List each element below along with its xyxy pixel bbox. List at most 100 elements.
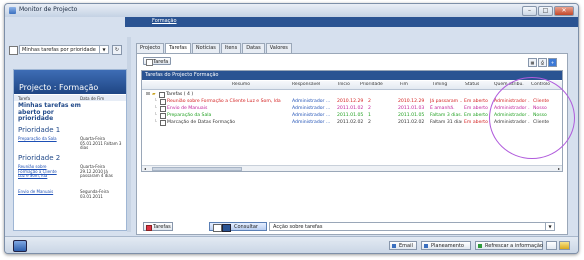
cell-timing: É amanhã. — [430, 106, 455, 111]
table-row[interactable]: └ Reunião sobre Formação a Cliente Luz e… — [142, 98, 562, 105]
consultar-label: Consultar — [234, 224, 258, 230]
sidebar-task-meta: Segunda-Feira 03.01.2011 — [80, 189, 109, 199]
view-toggle-icon — [213, 224, 222, 232]
tree-branch-icon: └ — [154, 113, 157, 118]
cell-responsavel: Administrador ... — [292, 120, 331, 125]
row-checkbox[interactable] — [160, 120, 166, 126]
cell-resumo: Marcação de Datas Formação — [167, 120, 236, 125]
col-resumo[interactable]: Resumo — [232, 82, 250, 87]
col-inicio[interactable]: Início — [338, 82, 350, 87]
cell-fim: 2011.01.05 — [398, 113, 425, 118]
cell-quem: Administrador ... — [494, 113, 530, 118]
tab-projecto[interactable]: Projecto — [136, 43, 165, 53]
chevron-down-icon[interactable]: ▼ — [99, 46, 108, 53]
scroll-right-icon[interactable]: ▸ — [558, 166, 560, 171]
sidebar-task-meta: Quarta-Feira 05.01.2011 Faltam 3 dias — [80, 136, 122, 151]
tab-datas[interactable]: Datas — [242, 43, 265, 53]
group-row[interactable]: ⊟ ▰ Tarefas ( 4 ) — [142, 91, 562, 98]
project-header: Projecto : Formação — [14, 70, 126, 94]
cell-timing: Já passaram ... — [430, 99, 462, 104]
view-selector-value: Minhas tarefas por prioridade — [22, 47, 96, 53]
email-icon — [392, 244, 396, 248]
sidebar-task-link[interactable]: Envio de Manuais — [18, 189, 64, 195]
tree-branch-icon: └ — [154, 120, 157, 125]
grid-icon[interactable]: ▦ — [528, 58, 537, 67]
tree-branch-icon: └ — [154, 106, 157, 111]
sidebar-column-header: Tarefa Data de Fim — [14, 95, 126, 101]
scroll-left-icon[interactable]: ◂ — [144, 166, 146, 171]
refresh-label: Refrescar a informação — [485, 243, 543, 249]
refresh-icon — [478, 244, 482, 248]
refresh-button[interactable]: Refrescar a informação — [475, 241, 543, 250]
cell-responsavel: Administrador ... — [292, 113, 331, 118]
project-title: Projecto : Formação — [19, 83, 99, 92]
col-date: Data de Fim — [80, 96, 105, 101]
cell-prioridade: 2 — [368, 99, 371, 104]
planeamento-label: Planeamento — [431, 243, 464, 249]
sidebar-task-link[interactable]: Preparação da Sala — [18, 136, 64, 142]
tab-itens[interactable]: Itens — [220, 43, 242, 53]
cell-quem: Administrador ... — [494, 99, 530, 104]
print-icon[interactable]: ⎙ — [538, 58, 547, 67]
col-fim[interactable]: Fim — [400, 82, 408, 87]
col-controlo[interactable]: Controlo — [531, 82, 550, 87]
cell-controlo: Nosso — [533, 113, 547, 118]
collapse-icon[interactable]: ⊟ — [146, 91, 150, 98]
minimize-button[interactable]: – — [522, 6, 537, 16]
close-button[interactable]: ✕ — [554, 6, 574, 16]
refresh-icon[interactable]: ↻ — [112, 45, 122, 55]
cell-quem: Administrador ... — [494, 120, 530, 125]
left-sidebar: Minhas tarefas por prioridade ▼ ↻ Projec… — [9, 45, 127, 231]
view-selector[interactable]: Minhas tarefas por prioridade ▼ — [19, 45, 109, 54]
table-row[interactable]: └ Marcação de Datas Formação Administrad… — [142, 119, 562, 126]
table-row[interactable]: └ Envio de Manuais Administrador ... 201… — [142, 105, 562, 112]
tab-strip: Projecto Tarefas Notícias Itens Datas Va… — [136, 43, 293, 54]
content-area: Minhas tarefas por prioridade ▼ ↻ Projec… — [7, 27, 576, 236]
menu-item-formacao[interactable]: Formação — [152, 18, 177, 24]
bottom-toolbar: Tarefas Consultar Acção sobre tarefas ▼ — [141, 222, 563, 232]
col-responsavel[interactable]: Responsável — [292, 82, 328, 87]
col-prioridade[interactable]: Prioridade — [360, 82, 383, 87]
new-task-button[interactable]: Tarefa — [143, 57, 171, 66]
view-toggle-active-icon — [222, 224, 231, 232]
scroll-thumb[interactable] — [152, 167, 242, 171]
splitter-handle[interactable] — [127, 37, 131, 232]
new-task-label: Tarefa — [153, 59, 169, 65]
consultar-button[interactable]: Consultar — [209, 222, 267, 232]
tarefas-button[interactable]: Tarefas — [143, 222, 173, 231]
maximize-button[interactable]: □ — [538, 6, 553, 16]
tasks-icon — [146, 225, 152, 231]
priority-1-heading: Prioridade 1 — [18, 126, 61, 134]
tab-noticias[interactable]: Notícias — [191, 43, 220, 53]
col-status[interactable]: Status — [465, 82, 479, 87]
col-quem-atribuiu[interactable]: Quem atribu.. — [494, 82, 524, 87]
cell-resumo: Preparação da Sala — [167, 113, 212, 118]
col-timing[interactable]: Timing — [432, 82, 447, 87]
sidebar-task-link[interactable]: Reunião sobre Formação a Cliente Luz e S… — [18, 164, 64, 179]
cell-controlo: Cliente — [533, 99, 550, 104]
cell-resumo: Reunião sobre Formação a Cliente Luz e S… — [167, 99, 281, 104]
cell-prioridade: 1 — [368, 113, 371, 118]
tree-branch-icon: └ — [154, 99, 157, 104]
cell-inicio: 2011.02.02 — [337, 120, 364, 125]
grid-title: Tarefas do Projecto Formação — [142, 71, 562, 80]
cell-controlo: Cliente — [533, 120, 550, 125]
cell-prioridade: 2 — [368, 106, 371, 111]
cell-status: Em aberto — [464, 106, 488, 111]
email-button[interactable]: Email — [389, 241, 417, 250]
monitor-icon[interactable] — [13, 240, 27, 252]
add-icon[interactable]: + — [548, 58, 557, 67]
cell-status: Em aberto — [464, 113, 488, 118]
planeamento-button[interactable]: Planeamento — [421, 241, 471, 250]
cell-inicio: 2011.01.02 — [337, 106, 364, 111]
horizontal-scrollbar[interactable]: ◂ ▸ — [142, 165, 562, 171]
tab-valores[interactable]: Valores — [265, 43, 292, 53]
help-icon[interactable] — [559, 241, 570, 250]
save-icon[interactable] — [546, 241, 557, 250]
table-row[interactable]: └ Preparação da Sala Administrador ... 2… — [142, 112, 562, 119]
cell-status: Em aberto — [464, 99, 488, 104]
chevron-down-icon[interactable]: ▼ — [545, 223, 554, 230]
action-select[interactable]: Acção sobre tarefas ▼ — [269, 222, 555, 231]
cell-status: Em aberto — [464, 120, 488, 125]
calendar-icon — [424, 244, 428, 248]
